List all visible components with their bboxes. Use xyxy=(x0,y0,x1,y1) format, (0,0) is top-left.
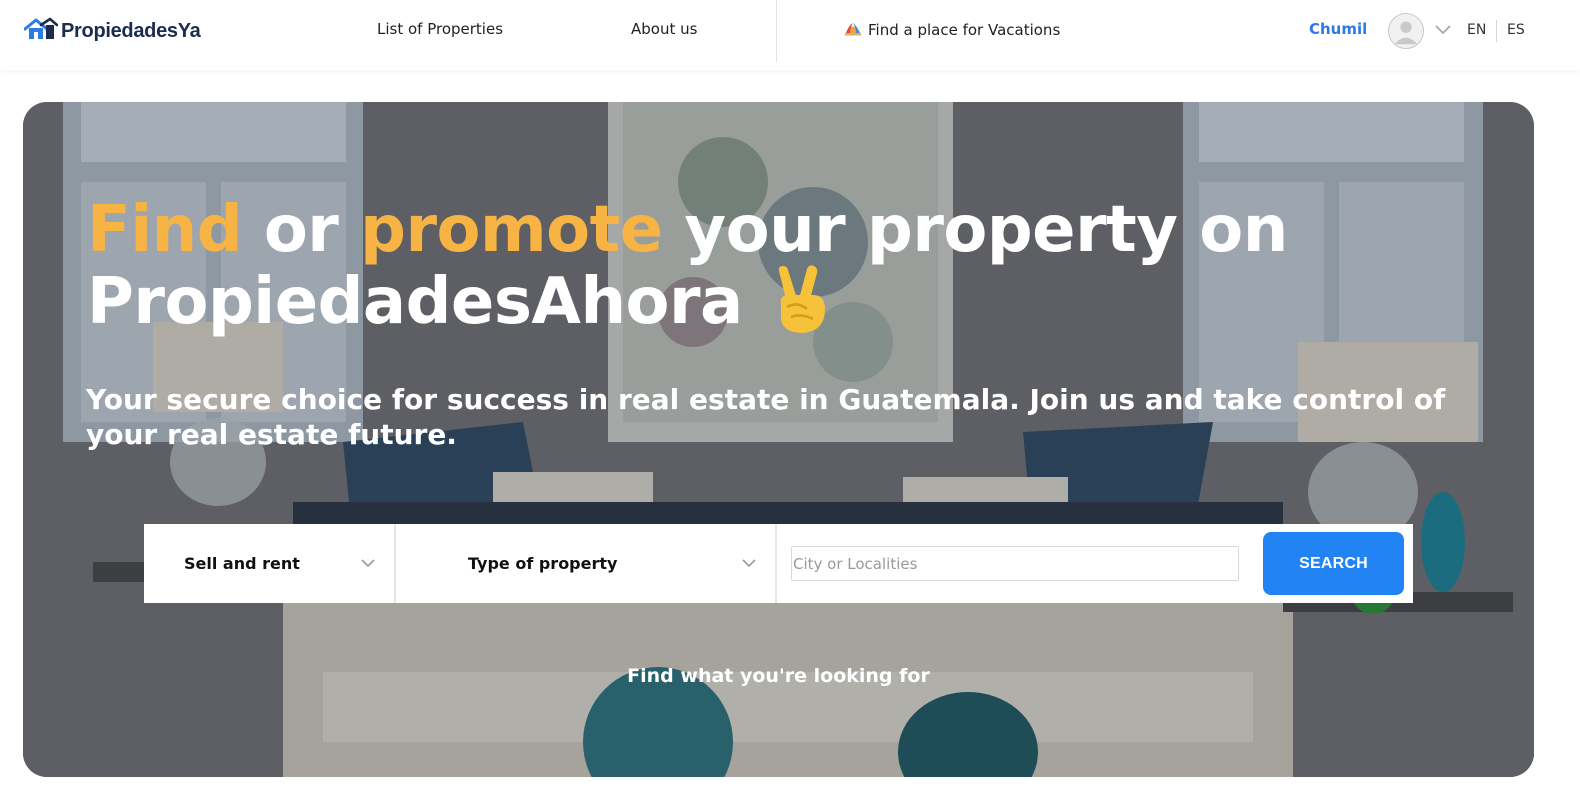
logo[interactable]: PropiedadesYa xyxy=(23,17,201,45)
vacation-icon xyxy=(844,20,862,40)
victory-hand-emoji xyxy=(769,265,833,335)
headline-brand: PropiedadesAhora xyxy=(87,265,743,339)
search-bar: Sell and rent Type of property SEARCH xyxy=(144,524,1413,603)
operation-select[interactable]: Sell and rent xyxy=(144,524,396,603)
hero-tagline: Find what you're looking for xyxy=(627,665,930,687)
chevron-down-icon xyxy=(742,559,756,568)
city-search-input[interactable] xyxy=(791,546,1239,581)
headline-rest: your property on xyxy=(662,193,1288,267)
search-button[interactable]: SEARCH xyxy=(1263,532,1404,595)
lang-divider xyxy=(1496,20,1497,42)
hero-headline: Find or promote your property on Propied… xyxy=(87,194,1387,338)
nav-vacations[interactable]: Find a place for Vacations xyxy=(844,20,1060,40)
user-avatar-icon[interactable] xyxy=(1388,13,1424,49)
user-name[interactable]: Chumil xyxy=(1309,20,1367,38)
nav-list-of-properties[interactable]: List of Properties xyxy=(377,20,503,38)
headline-promote: promote xyxy=(360,193,663,267)
chevron-down-icon xyxy=(361,559,375,568)
logo-text: PropiedadesYa xyxy=(61,19,201,42)
property-type-select-label: Type of property xyxy=(468,554,618,573)
headline-or: or xyxy=(242,193,361,267)
hero-banner: Find or promote your property on Propied… xyxy=(23,102,1534,777)
lang-en[interactable]: EN xyxy=(1467,22,1486,38)
property-type-select[interactable]: Type of property xyxy=(396,524,777,603)
nav-about-us[interactable]: About us xyxy=(631,20,697,38)
top-navbar: PropiedadesYa List of Properties About u… xyxy=(0,0,1580,70)
vacations-label: Find a place for Vacations xyxy=(868,21,1061,39)
lang-es[interactable]: ES xyxy=(1507,22,1525,38)
headline-find: Find xyxy=(87,193,243,267)
operation-select-label: Sell and rent xyxy=(184,554,300,573)
nav-divider xyxy=(776,0,777,62)
logo-house-icon xyxy=(23,17,59,45)
hero-subheadline: Your secure choice for success in real e… xyxy=(86,383,1446,451)
chevron-down-icon[interactable] xyxy=(1434,22,1452,36)
